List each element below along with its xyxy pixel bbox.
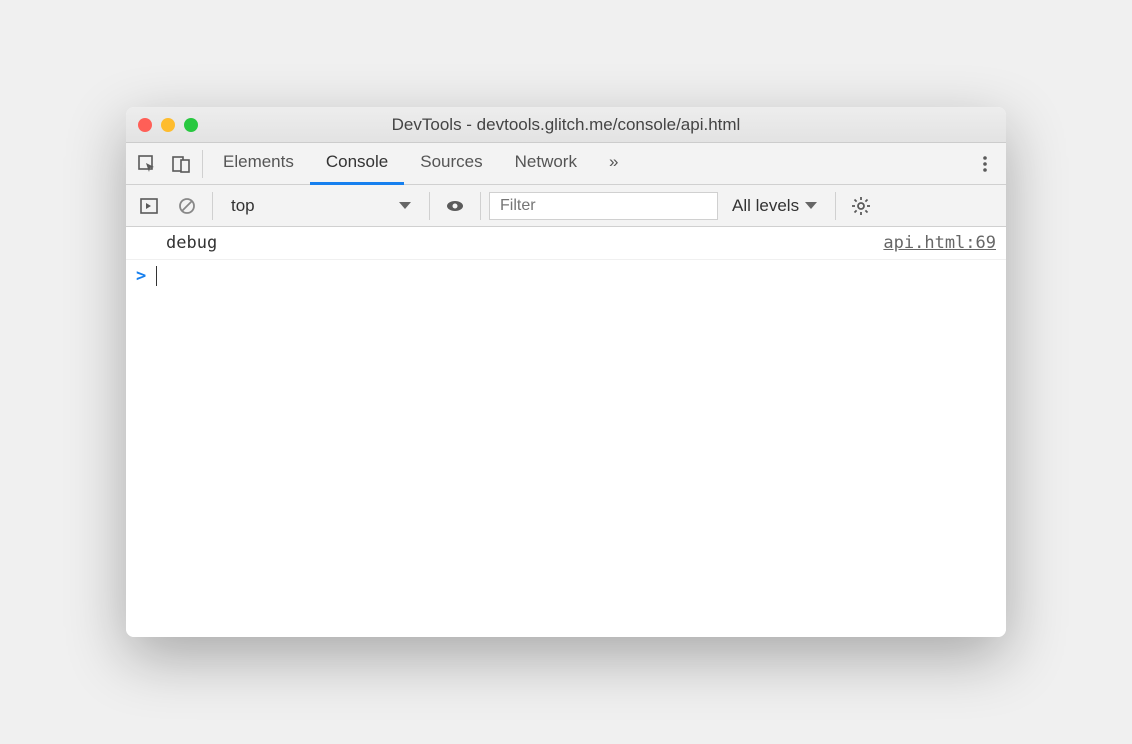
- console-message-row: debug api.html:69: [126, 227, 1006, 260]
- chevron-down-icon: [399, 202, 411, 209]
- log-levels-select[interactable]: All levels: [722, 196, 827, 216]
- console-output: debug api.html:69 >: [126, 227, 1006, 637]
- console-toolbar: top All levels: [126, 185, 1006, 227]
- divider: [480, 192, 481, 220]
- divider: [202, 150, 203, 178]
- maximize-window-button[interactable]: [184, 118, 198, 132]
- divider: [212, 192, 213, 220]
- divider: [429, 192, 430, 220]
- divider: [835, 192, 836, 220]
- log-source-link[interactable]: api.html:69: [883, 233, 996, 253]
- main-tabs: Elements Console Sources Network »: [126, 143, 1006, 185]
- traffic-lights: [138, 118, 198, 132]
- device-toolbar-icon[interactable]: [164, 143, 198, 185]
- prompt-chevron-icon: >: [136, 266, 146, 286]
- live-expression-icon[interactable]: [438, 185, 472, 227]
- log-message-text: debug: [136, 233, 883, 253]
- tab-console[interactable]: Console: [310, 143, 404, 185]
- tab-sources[interactable]: Sources: [404, 143, 498, 185]
- filter-input[interactable]: [489, 192, 718, 220]
- close-window-button[interactable]: [138, 118, 152, 132]
- minimize-window-button[interactable]: [161, 118, 175, 132]
- execution-context-select[interactable]: top: [221, 191, 421, 221]
- tab-elements[interactable]: Elements: [207, 143, 310, 185]
- chevron-down-icon: [805, 202, 817, 209]
- devtools-window: DevTools - devtools.glitch.me/console/ap…: [126, 107, 1006, 637]
- console-input[interactable]: [157, 266, 996, 286]
- tab-network[interactable]: Network: [499, 143, 593, 185]
- window-title: DevTools - devtools.glitch.me/console/ap…: [126, 115, 1006, 135]
- titlebar: DevTools - devtools.glitch.me/console/ap…: [126, 107, 1006, 143]
- kebab-menu-icon[interactable]: [968, 143, 1002, 185]
- toggle-sidebar-icon[interactable]: [132, 185, 166, 227]
- log-levels-label: All levels: [732, 196, 799, 216]
- console-settings-icon[interactable]: [844, 185, 878, 227]
- context-label: top: [231, 196, 255, 216]
- clear-console-icon[interactable]: [170, 185, 204, 227]
- console-prompt[interactable]: >: [126, 260, 1006, 292]
- inspect-element-icon[interactable]: [130, 143, 164, 185]
- tabs-overflow[interactable]: »: [593, 143, 634, 185]
